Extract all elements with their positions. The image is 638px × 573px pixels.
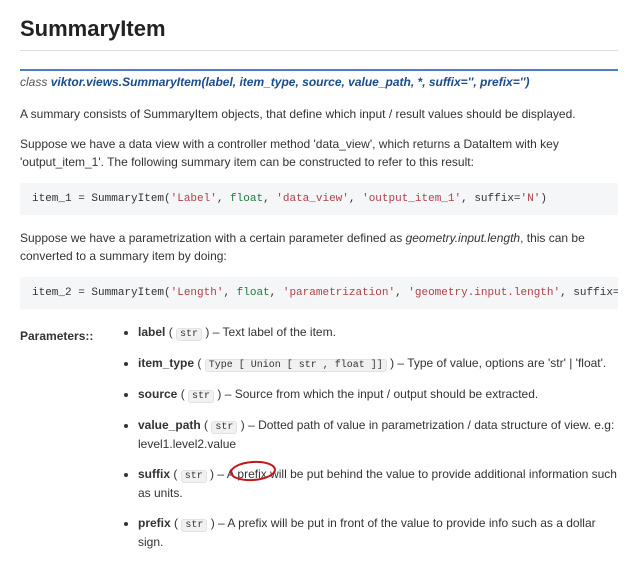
code-string: 'output_item_1'	[362, 193, 461, 205]
code-string: 'N'	[521, 193, 541, 205]
code-text: , suffix=	[560, 287, 618, 299]
sig-kw-params: suffix='', prefix=''	[429, 75, 526, 89]
page-title: SummaryItem	[20, 16, 618, 42]
param-desc-pre: – A	[214, 467, 237, 481]
code-example-2: item_2 = SummaryItem('Length', float, 'p…	[20, 277, 618, 309]
code-text: ,	[223, 287, 236, 299]
code-text: item_2 = SummaryItem(	[32, 287, 171, 299]
description-p1: A summary consists of SummaryItem object…	[20, 105, 618, 123]
parameters-heading: Parameters::	[20, 329, 120, 343]
code-string: 'Label'	[171, 193, 217, 205]
param-desc: – Text label of the item.	[209, 325, 336, 339]
parameters-list: label ( str ) – Text label of the item. …	[120, 323, 618, 551]
param-type: str	[176, 328, 202, 341]
code-string: 'Length'	[171, 287, 224, 299]
param-item-prefix: prefix ( str ) – A prefix will be put in…	[138, 514, 618, 551]
code-text: , suffix=	[461, 193, 520, 205]
param-name: prefix	[138, 516, 171, 530]
sig-class-name: SummaryItem	[122, 75, 201, 89]
param-type: str	[181, 470, 207, 483]
code-text: ,	[263, 193, 276, 205]
description-p2: Suppose we have a data view with a contr…	[20, 135, 618, 171]
param-item-label: label ( str ) – Text label of the item.	[138, 323, 618, 342]
sig-pos-params: label, item_type, source, value_path	[205, 75, 410, 89]
param-name: value_path	[138, 418, 201, 432]
sig-sep: ,	[411, 75, 418, 89]
class-signature: class viktor.views.SummaryItem(label, it…	[20, 69, 618, 91]
code-example-1: item_1 = SummaryItem('Label', float, 'da…	[20, 183, 618, 215]
section-divider	[20, 50, 618, 51]
param-item-source: source ( str ) – Source from which the i…	[138, 385, 618, 404]
param-desc: – Type of value, options are 'str' | 'fl…	[394, 356, 606, 370]
code-text: ,	[217, 193, 230, 205]
param-name: source	[138, 387, 177, 401]
param-desc: – Source from which the input / output s…	[221, 387, 538, 401]
param-type: str	[181, 519, 207, 532]
sig-close-paren: )	[525, 75, 529, 89]
code-keyword: float	[237, 287, 270, 299]
code-text: ,	[270, 287, 283, 299]
param-item-value-path: value_path ( str ) – Dotted path of valu…	[138, 416, 618, 453]
code-text: item_1 = SummaryItem(	[32, 193, 171, 205]
param-desc-post: will be put behind the value to provide …	[138, 467, 617, 500]
prose-italic: geometry.input.length	[406, 231, 521, 245]
hand-circle-annotation: prefix	[237, 465, 266, 483]
param-name: suffix	[138, 467, 170, 481]
sig-sep: ,	[422, 75, 429, 89]
prose-text: Suppose we have a parametrization with a…	[20, 231, 406, 245]
code-keyword: float	[230, 193, 263, 205]
code-string: 'data_view'	[276, 193, 349, 205]
sig-keyword: class	[20, 75, 51, 89]
code-string: 'geometry.input.length'	[408, 287, 560, 299]
param-type: str	[211, 421, 237, 434]
param-desc: – Dotted path of value in parametrizatio…	[138, 418, 614, 451]
param-name: item_type	[138, 356, 194, 370]
param-type: Type [ Union [ str , float ]]	[205, 359, 387, 372]
param-type: str	[188, 390, 214, 403]
code-text: ,	[349, 193, 362, 205]
param-item-item-type: item_type ( Type [ Union [ str , float ]…	[138, 354, 618, 373]
code-text: )	[540, 193, 547, 205]
description-p3: Suppose we have a parametrization with a…	[20, 229, 618, 265]
param-item-suffix: suffix ( str ) – A prefix will be put be…	[138, 465, 618, 502]
sig-module-path: viktor.views.	[51, 75, 122, 89]
code-string: 'parametrization'	[283, 287, 395, 299]
param-name: label	[138, 325, 165, 339]
code-text: ,	[395, 287, 408, 299]
annotated-word: prefix	[237, 467, 266, 481]
